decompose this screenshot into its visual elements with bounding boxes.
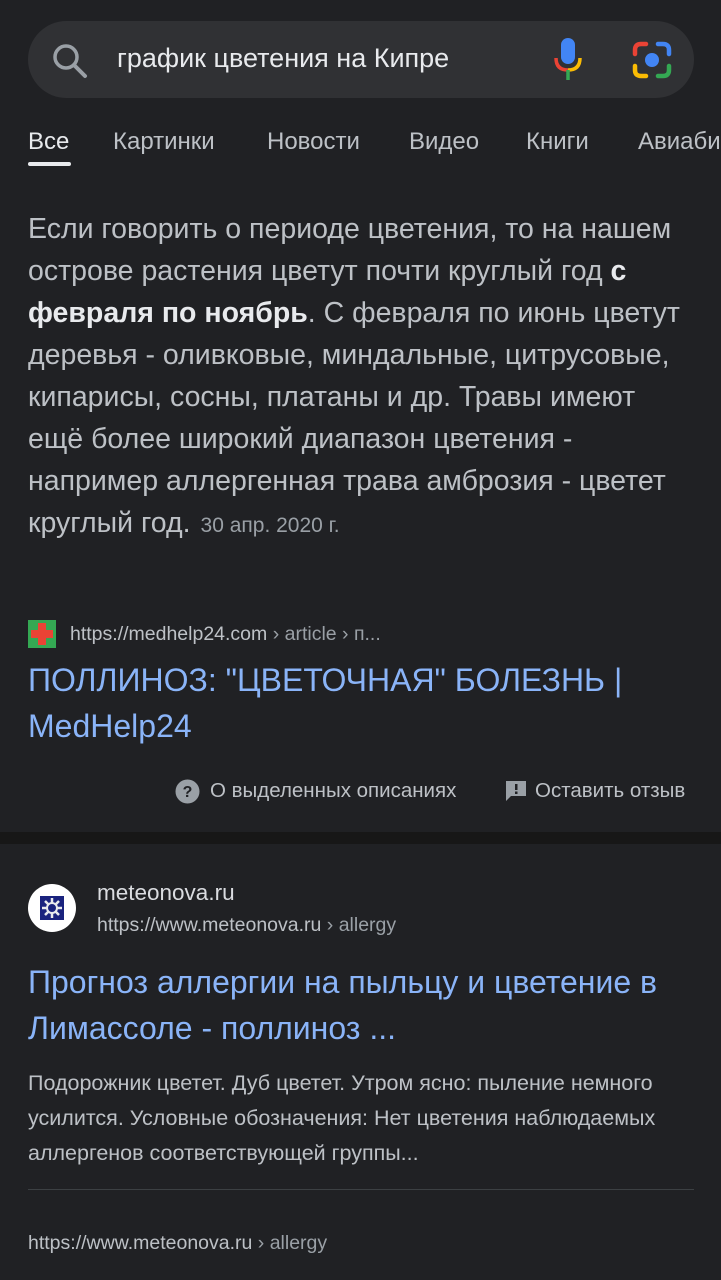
tab-video[interactable]: Видео [409, 128, 479, 156]
tab-books[interactable]: Книги [526, 128, 589, 156]
active-tab-indicator [28, 162, 71, 166]
tab-all[interactable]: Все [28, 128, 69, 156]
section-divider [0, 832, 721, 844]
snippet-result-title[interactable]: ПОЛЛИНОЗ: "ЦВЕТОЧНАЯ" БОЛЕЗНЬ | MedHelp2… [28, 657, 694, 749]
camera-lens-icon[interactable] [632, 40, 672, 80]
medhelp-favicon-icon [28, 620, 56, 648]
featured-snippet-text: Если говорить о периоде цветения, то на … [28, 208, 694, 547]
result-sub-url-breadcrumb: › allergy [252, 1232, 328, 1254]
result-url-breadcrumb: › allergy [321, 914, 397, 936]
search-icon[interactable] [50, 41, 90, 81]
result-sub-url[interactable]: https://www.meteonova.ru › allergy [28, 1232, 327, 1255]
result-site-name[interactable]: meteonova.ru [97, 880, 235, 906]
tab-flights[interactable]: Авиаби [638, 128, 721, 156]
search-results-page: график цветения на Кипре Все Картинки Но… [0, 0, 721, 1280]
snippet-source-domain: https://medhelp24.com [70, 623, 268, 645]
svg-text:?: ? [183, 784, 193, 801]
help-circle-icon: ? [175, 779, 200, 804]
result-divider [28, 1189, 694, 1190]
meteonova-favicon-icon [28, 884, 76, 932]
about-featured-snippets-label: О выделенных описаниях [210, 779, 457, 802]
result-url-domain: https://www.meteonova.ru [97, 914, 322, 936]
result-title-link[interactable]: Прогноз аллергии на пыльцу и цветение в … [28, 959, 694, 1051]
search-tabs: Все Картинки Новости Видео Книги Авиаби [0, 118, 721, 174]
feedback-icon [506, 781, 526, 801]
microphone-icon[interactable] [548, 36, 588, 82]
snippet-date: 30 апр. 2020 г. [200, 514, 340, 537]
tab-news[interactable]: Новости [267, 128, 360, 156]
snippet-text-after: . С февраля по июнь цветут деревья - оли… [28, 297, 680, 539]
snippet-source-url[interactable]: https://medhelp24.com › article › п... [70, 623, 381, 646]
snippet-source-breadcrumb: › article › п... [267, 623, 381, 645]
snippet-text-before: Если говорить о периоде цветения, то на … [28, 213, 672, 287]
tab-images[interactable]: Картинки [113, 128, 215, 156]
result-sub-url-domain: https://www.meteonova.ru [28, 1232, 253, 1254]
result-description: Подорожник цветет. Дуб цветет. Утром ясн… [28, 1071, 656, 1165]
result-url[interactable]: https://www.meteonova.ru › allergy [97, 914, 396, 937]
feedback-label: Оставить отзыв [535, 779, 686, 802]
search-input[interactable]: график цветения на Кипре [117, 43, 449, 74]
